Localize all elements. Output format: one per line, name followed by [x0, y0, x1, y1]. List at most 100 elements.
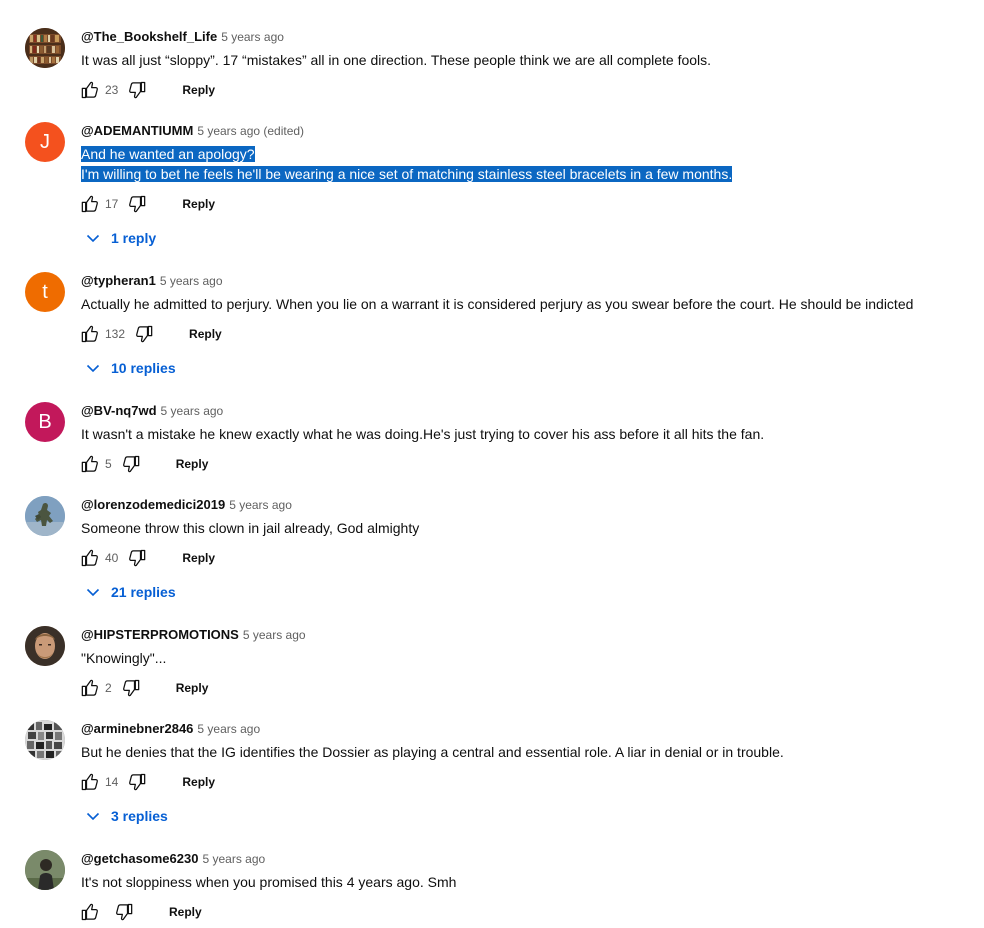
like-button[interactable]	[73, 672, 105, 704]
comment-text-line: It wasn't a mistake he knew exactly what…	[81, 426, 765, 442]
like-button[interactable]	[73, 542, 105, 574]
thumbs-down-icon	[122, 679, 139, 697]
avatar-letter: t	[42, 280, 48, 303]
comment-header: @The_Bookshelf_Life 5 years ago	[81, 28, 984, 46]
comment-timestamp[interactable]: 5 years ago	[221, 30, 284, 44]
letter-avatar[interactable]: J	[25, 122, 65, 162]
like-count: 23	[105, 83, 119, 97]
comment-body: @arminebner2846 5 years ago But he denies…	[81, 720, 984, 798]
avatar-letter: B	[38, 410, 52, 433]
comment-header: @typheran1 5 years ago	[81, 272, 984, 290]
like-button[interactable]	[73, 766, 105, 798]
comment-author[interactable]: @getchasome6230	[81, 851, 198, 866]
comment-author[interactable]: @lorenzodemedici2019	[81, 497, 225, 512]
comment-timestamp[interactable]: 5 years ago	[243, 628, 306, 642]
view-replies-button[interactable]: 1 reply	[81, 226, 156, 250]
dislike-button[interactable]	[122, 188, 154, 220]
comment-text: It was all just “sloppy”. 17 “mistakes” …	[81, 50, 984, 70]
like-button[interactable]	[73, 448, 105, 480]
dislike-button[interactable]	[116, 448, 148, 480]
like-button[interactable]	[73, 188, 105, 220]
comment-author[interactable]: @arminebner2846	[81, 721, 193, 736]
comment-timestamp[interactable]: 5 years ago (edited)	[197, 124, 304, 138]
avatar-letter: J	[40, 130, 50, 153]
like-button[interactable]	[73, 318, 105, 350]
comment-timestamp[interactable]: 5 years ago	[161, 404, 224, 418]
comment-actions: 5 Reply	[81, 448, 984, 480]
like-button[interactable]	[73, 74, 105, 106]
comment-header: @lorenzodemedici2019 5 years ago	[81, 496, 984, 514]
comment-body: @The_Bookshelf_Life 5 years ago It was al…	[81, 28, 984, 106]
view-replies-button[interactable]: 21 replies	[81, 580, 176, 604]
reply-button[interactable]: Reply	[174, 191, 223, 217]
reply-button[interactable]: Reply	[174, 769, 223, 795]
dislike-button[interactable]	[122, 74, 154, 106]
thumbs-down-icon	[129, 549, 146, 567]
comment-text-line: Actually he admitted to perjury. When yo…	[81, 296, 914, 312]
letter-avatar[interactable]: t	[25, 272, 65, 312]
thumbs-down-icon	[129, 773, 146, 791]
comment-header: @arminebner2846 5 years ago	[81, 720, 984, 738]
chevron-down-icon	[81, 804, 105, 828]
comment-text: Actually he admitted to perjury. When yo…	[81, 294, 984, 314]
like-button[interactable]	[73, 896, 105, 928]
comment-header: @ADEMANTIUMM 5 years ago (edited)	[81, 122, 984, 140]
like-count: 40	[105, 551, 119, 565]
thumbs-up-icon	[81, 325, 98, 343]
replies-count: 10 replies	[111, 360, 176, 376]
comment-author[interactable]: @HIPSTERPROMOTIONS	[81, 627, 239, 642]
thumbs-down-icon	[136, 325, 153, 343]
comment-text: It's not sloppiness when you promised th…	[81, 872, 984, 892]
comment-actions: Reply	[81, 896, 984, 928]
comment-body: @ADEMANTIUMM 5 years ago (edited) And he …	[81, 122, 984, 220]
thumbs-down-icon	[116, 903, 133, 921]
reply-button[interactable]: Reply	[174, 545, 223, 571]
reply-button[interactable]: Reply	[181, 321, 230, 347]
comment-timestamp[interactable]: 5 years ago	[229, 498, 292, 512]
face-avatar[interactable]	[25, 626, 65, 666]
comment-actions: 23 Reply	[81, 74, 984, 106]
chevron-down-icon	[81, 226, 105, 250]
letter-avatar[interactable]: B	[25, 402, 65, 442]
reply-button[interactable]: Reply	[161, 899, 210, 925]
view-replies-button[interactable]: 3 replies	[81, 804, 168, 828]
comment-text-line-selected: I'm willing to bet he feels he'll be wea…	[81, 164, 984, 184]
comment-text-line: It's not sloppiness when you promised th…	[81, 874, 457, 890]
like-count: 2	[105, 681, 112, 695]
comment-author[interactable]: @typheran1	[81, 273, 156, 288]
replies-count: 3 replies	[111, 808, 168, 824]
comment-body: @HIPSTERPROMOTIONS 5 years ago "Knowingly…	[81, 626, 984, 704]
comment-author[interactable]: @BV-nq7wd	[81, 403, 157, 418]
comment-header: @HIPSTERPROMOTIONS 5 years ago	[81, 626, 984, 644]
collage-avatar[interactable]	[25, 720, 65, 760]
dislike-button[interactable]	[129, 318, 161, 350]
dislike-button[interactable]	[122, 542, 154, 574]
dislike-button[interactable]	[109, 896, 141, 928]
comment-timestamp[interactable]: 5 years ago	[160, 274, 223, 288]
reply-button[interactable]: Reply	[168, 675, 217, 701]
comment-author[interactable]: @The_Bookshelf_Life	[81, 29, 217, 44]
comment-body: @getchasome6230 5 years ago It's not slop…	[81, 850, 984, 928]
thumbs-up-icon	[81, 195, 98, 213]
like-count: 132	[105, 327, 126, 341]
like-count: 5	[105, 457, 112, 471]
bookshelf-avatar[interactable]	[25, 28, 65, 68]
dislike-button[interactable]	[122, 766, 154, 798]
view-replies-button[interactable]: 10 replies	[81, 356, 176, 380]
comment-text-line: "Knowingly"...	[81, 650, 167, 666]
comment-timestamp[interactable]: 5 years ago	[197, 722, 260, 736]
comment-body: @typheran1 5 years ago Actually he admitt…	[81, 272, 984, 350]
dislike-button[interactable]	[116, 672, 148, 704]
comment-text: But he denies that the IG identifies the…	[81, 742, 984, 762]
comment-actions: 17 Reply	[81, 188, 984, 220]
comment-text: And he wanted an apology? I'm willing to…	[81, 144, 984, 184]
reply-button[interactable]: Reply	[168, 451, 217, 477]
comment-author[interactable]: @ADEMANTIUMM	[81, 123, 193, 138]
comment-timestamp[interactable]: 5 years ago	[202, 852, 265, 866]
comment-text-line: Someone throw this clown in jail already…	[81, 520, 420, 536]
comment-header: @BV-nq7wd 5 years ago	[81, 402, 984, 420]
reply-button[interactable]: Reply	[174, 77, 223, 103]
statue-avatar[interactable]	[25, 496, 65, 536]
comment-actions: 40 Reply	[81, 542, 984, 574]
person-avatar[interactable]	[25, 850, 65, 890]
